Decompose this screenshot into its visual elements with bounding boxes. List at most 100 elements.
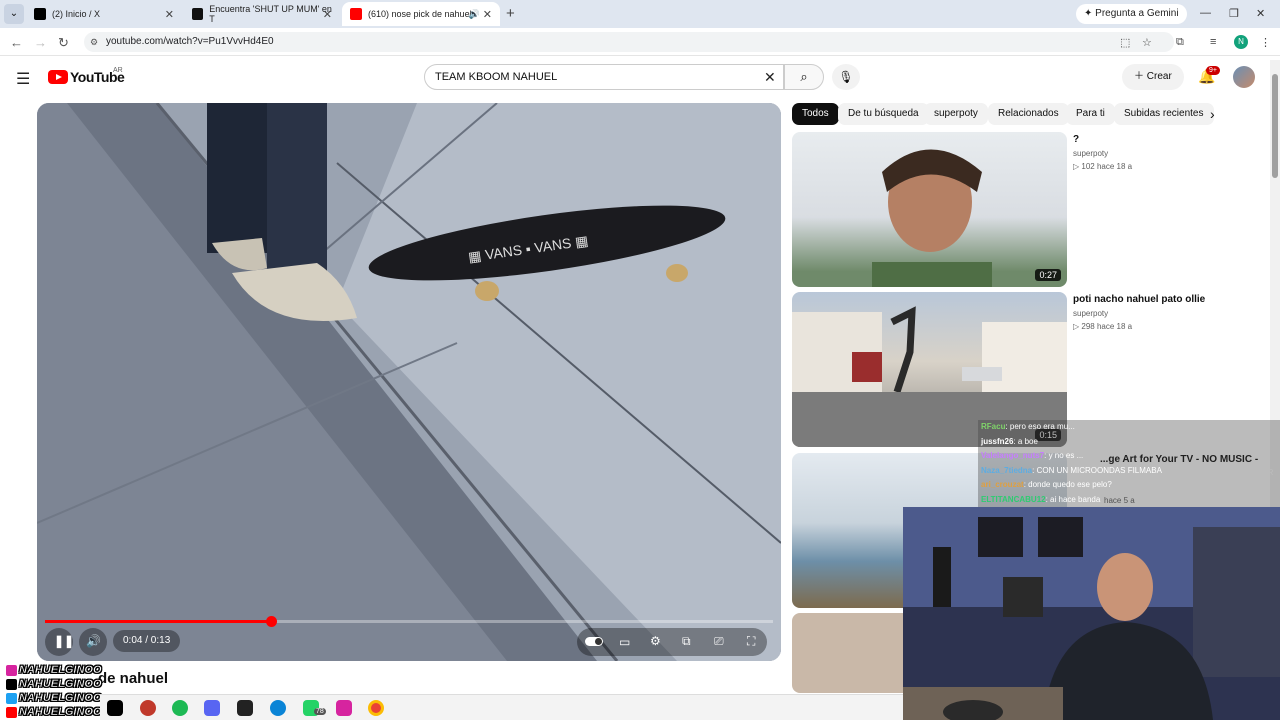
volume-button[interactable]: 🔊 [79, 628, 107, 656]
instagram-app-icon[interactable] [336, 700, 352, 716]
settings-gear-icon[interactable]: ⚙ [650, 634, 661, 648]
rec-channel[interactable]: superpoty [1073, 309, 1108, 318]
chip-relacionados[interactable]: Relacionados [988, 103, 1069, 125]
back-icon[interactable]: ← [10, 35, 23, 50]
more-menu-icon[interactable]: ⋮ [1260, 36, 1271, 49]
clear-search-icon[interactable]: ✕ [764, 69, 776, 86]
media-controls-icon[interactable]: ≡ [1210, 36, 1216, 48]
tab-title: Encuentra 'SHUT UP MUM' en T [209, 4, 332, 24]
rec-title[interactable]: ? [1073, 134, 1079, 145]
tab-tiktok[interactable]: Encuentra 'SHUT UP MUM' en T ✕ [184, 2, 340, 26]
tab-youtube-active[interactable]: (610) nose pick de nahuel 🔊 ✕ [342, 2, 500, 26]
audio-icon[interactable]: 🔊 [469, 9, 480, 20]
instagram-handle: NAHUELGINOO [6, 663, 109, 677]
pause-icon: ❚❚ [54, 634, 75, 648]
gemini-button[interactable]: ✦ Pregunta a Gemini [1076, 4, 1187, 24]
youtube-header: ☰ YouTube AR TEAM KBOOM NAHUEL ✕ ⌕ 🎙 ＋ C… [0, 56, 1270, 98]
chat-text: : pero eso era mu... [1005, 422, 1075, 431]
address-bar-row: ← → ↻ youtube.com/watch?v=Pu1VvvHd4E0 ⚙ … [0, 28, 1280, 56]
hamburger-menu-icon[interactable]: ☰ [16, 69, 30, 89]
microphone-icon: 🎙 [838, 70, 854, 84]
scrollbar-thumb[interactable] [1272, 74, 1278, 178]
video-player[interactable]: ▦ VANS ▪ VANS ▦ ❚❚ 🔊 0:04 / 0:13 ▭ ⚙ ⧉ ⎚… [37, 103, 781, 661]
rec-title[interactable]: poti nacho nahuel pato ollie [1073, 294, 1205, 305]
voice-search-button[interactable]: 🎙 [832, 64, 860, 90]
create-button[interactable]: ＋ Crear [1122, 64, 1184, 90]
spotify-icon[interactable] [172, 700, 188, 716]
progress-scrubber[interactable] [265, 616, 277, 627]
reload-icon[interactable]: ↻ [58, 35, 69, 51]
rec-thumbnail-1[interactable]: 0:27 [792, 132, 1067, 287]
twitter-bird-icon [6, 692, 17, 704]
url-input[interactable]: youtube.com/watch?v=Pu1VvvHd4E0 [84, 32, 1174, 52]
progress-bar[interactable] [45, 616, 773, 627]
chat-text: : y no es ... [1044, 451, 1084, 461]
tiktok-app-icon[interactable] [107, 700, 123, 716]
chrome-icon[interactable] [368, 700, 384, 716]
fullscreen-icon[interactable]: ⛶ [747, 634, 755, 649]
chat-message: RFacu: pero eso era mu... [978, 420, 1280, 435]
browser-tab-bar: ⌄ (2) Inicio / X ✕ Encuentra 'SHUT UP MU… [0, 0, 1280, 28]
chat-text: : a boe [1013, 436, 1038, 446]
chat-username: jussfn26 [981, 436, 1014, 446]
x-logo-icon [34, 8, 46, 20]
search-input[interactable]: TEAM KBOOM NAHUEL [424, 64, 784, 90]
tab-search-button[interactable]: ⌄ [4, 4, 24, 24]
chat-username: ari_crouzat [981, 480, 1024, 490]
close-tab-icon[interactable]: ✕ [165, 8, 174, 21]
site-info-icon[interactable]: ⚙ [90, 37, 98, 48]
search-button[interactable]: ⌕ [784, 64, 824, 90]
close-tab-icon[interactable]: ✕ [323, 8, 332, 21]
tiktok-icon [6, 678, 17, 690]
chat-username: Valelango_nuts7 [981, 451, 1045, 461]
chip-subidas-recientes[interactable]: Subidas recientes [1114, 103, 1214, 125]
search-icon: ⌕ [800, 69, 808, 84]
close-tab-icon[interactable]: ✕ [483, 8, 492, 21]
chat-message: Valelango_nuts7: y no es ... [978, 449, 1280, 464]
extensions-icon[interactable]: ⧉ [1176, 36, 1184, 49]
chip-para-ti[interactable]: Para ti [1066, 103, 1115, 125]
app-icon-red[interactable] [140, 700, 156, 716]
rec-channel[interactable]: superpoty [1073, 149, 1108, 158]
profile-avatar[interactable]: N [1234, 35, 1248, 49]
streamer-webcam [903, 507, 1280, 720]
youtube-icon [350, 8, 362, 20]
handle-text: NAHUELGINOO [19, 678, 102, 690]
tiktok-icon [192, 8, 204, 20]
youtube-icon [6, 706, 17, 718]
minimize-icon[interactable]: — [1200, 7, 1211, 19]
chip-superpoty[interactable]: superpoty [924, 103, 988, 125]
autoplay-toggle[interactable] [585, 637, 603, 646]
thumbnail-face-image [872, 149, 992, 287]
webcam-image [903, 507, 1280, 720]
gemini-label: Pregunta a Gemini [1095, 8, 1179, 19]
rec-meta: ▷ 102 hace 18 a [1073, 162, 1133, 171]
chat-text: : donde quedo ese pelo? [1023, 480, 1112, 490]
chat-message: ari_crouzat: donde quedo ese pelo? [978, 478, 1280, 493]
rec-meta: ▷ 298 hace 18 a [1073, 322, 1133, 331]
chat-message: jussfn26: a boe [978, 434, 1280, 450]
subtitles-icon[interactable]: ▭ [619, 635, 630, 649]
maximize-icon[interactable]: ❐ [1229, 7, 1239, 20]
pause-button[interactable]: ❚❚ [45, 628, 75, 656]
discord-icon[interactable] [204, 700, 220, 716]
chevron-right-icon[interactable]: › [1210, 106, 1215, 122]
youtube-handle: NAHUELGINOOK [6, 705, 110, 719]
bookmark-star-icon[interactable]: ☆ [1142, 36, 1152, 49]
cast-icon[interactable]: ⎚ [714, 634, 724, 649]
chat-username: Naza_7tiedna [981, 465, 1033, 475]
account-avatar[interactable] [1233, 66, 1255, 88]
chip-de-tu-busqueda[interactable]: De tu búsqueda [838, 103, 929, 125]
region-code: AR [113, 67, 123, 74]
miniplayer-icon[interactable]: ⧉ [682, 634, 691, 649]
progress-played [45, 620, 271, 623]
edge-icon[interactable] [270, 700, 286, 716]
chip-todos[interactable]: Todos [792, 103, 839, 125]
notifications-badge: 9+ [1206, 66, 1220, 75]
tab-x-inicio[interactable]: (2) Inicio / X ✕ [26, 2, 182, 26]
forward-icon[interactable]: → [34, 35, 47, 50]
close-window-icon[interactable]: ✕ [1256, 7, 1265, 20]
new-tab-button[interactable]: + [506, 5, 515, 22]
capcut-icon[interactable] [237, 700, 253, 716]
install-app-icon[interactable]: ⬚ [1120, 36, 1130, 49]
